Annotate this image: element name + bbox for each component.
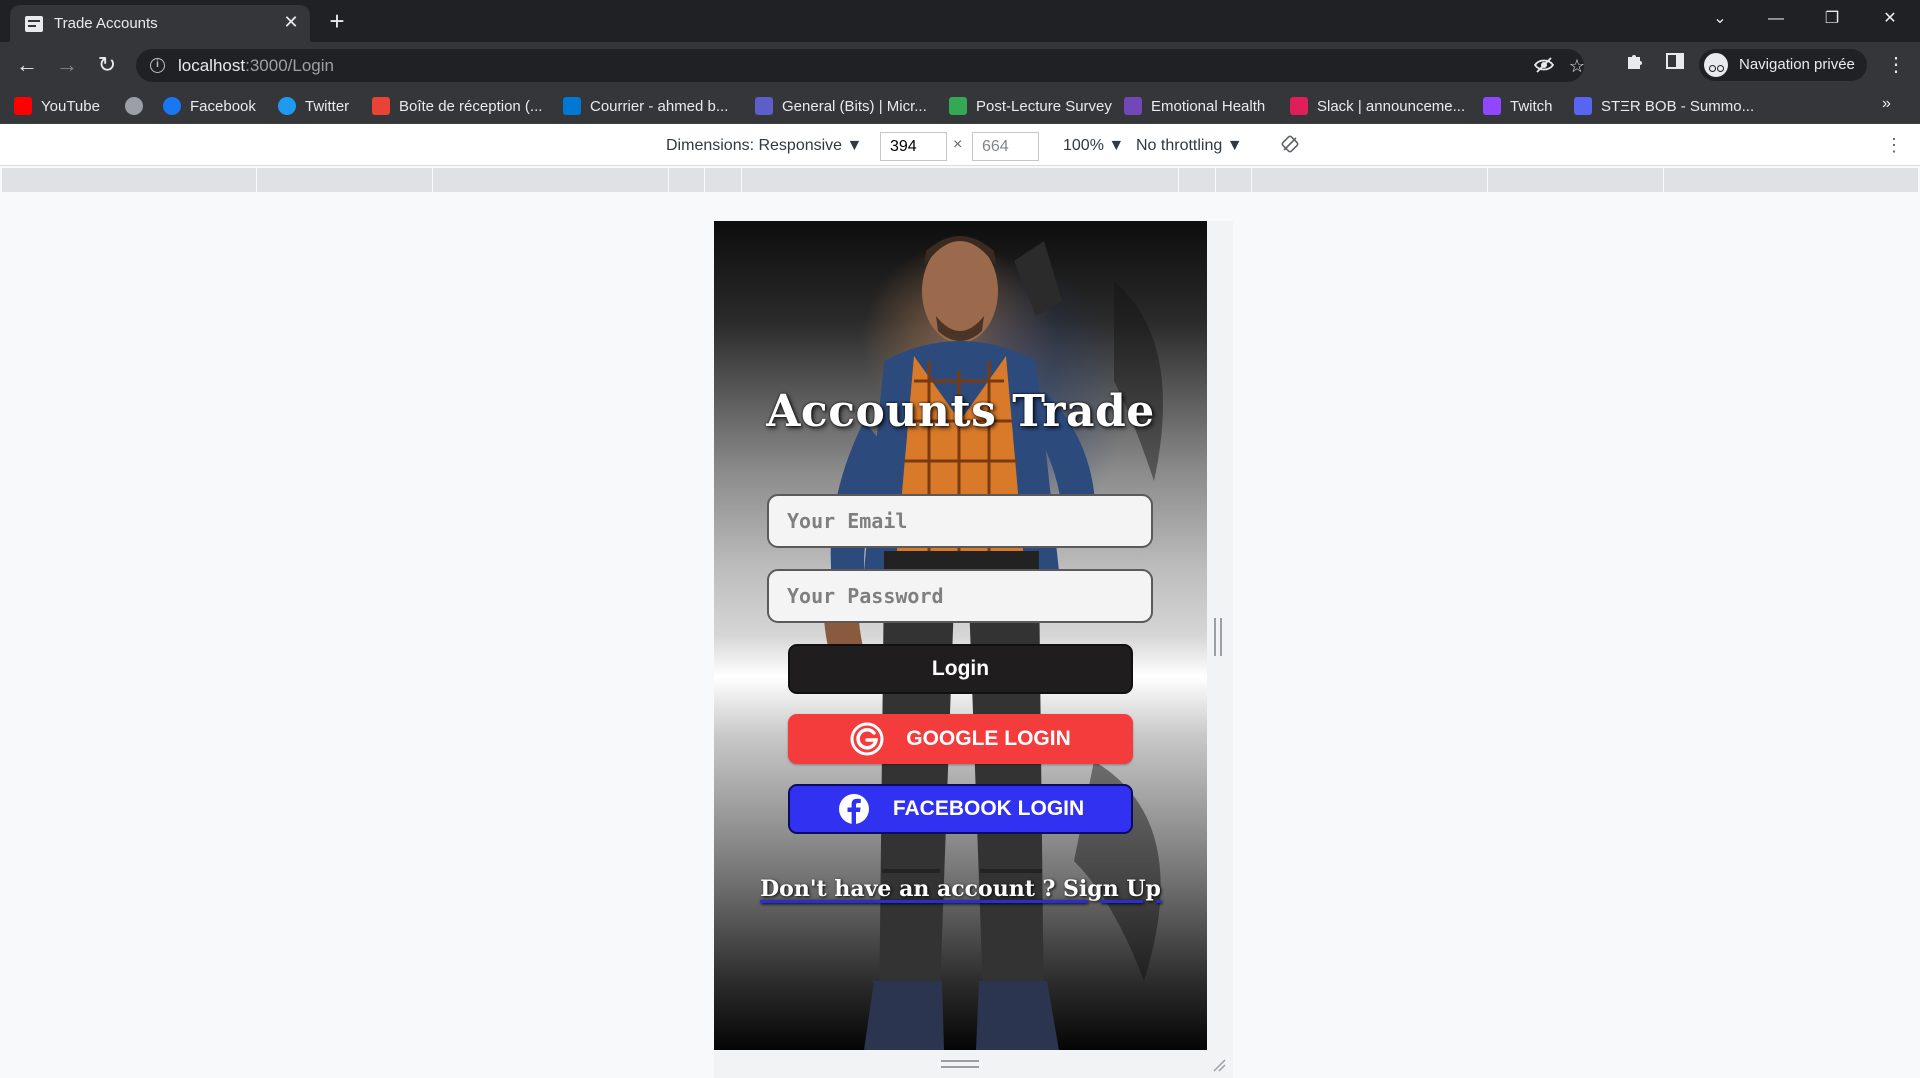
restore-button[interactable]: ❐ <box>1804 0 1860 38</box>
google-drive-icon <box>949 97 967 115</box>
bookmark-label: Boîte de réception (... <box>399 97 543 115</box>
height-input[interactable] <box>972 132 1039 161</box>
login-button-label: Login <box>931 657 990 680</box>
bookmarks-overflow-icon[interactable]: » <box>1882 95 1891 113</box>
close-window-button[interactable]: ✕ <box>1862 0 1918 38</box>
facebook-icon <box>838 794 869 824</box>
width-input[interactable] <box>880 132 947 161</box>
bookmark-label: YouTube <box>41 97 100 115</box>
address-bar[interactable]: i localhost:3000/Login ☆ <box>136 49 1585 82</box>
side-panel-icon[interactable] <box>1661 51 1689 79</box>
media-query-ruler[interactable] <box>2 168 1918 192</box>
url-text[interactable]: localhost:3000/Login <box>178 56 334 76</box>
bookmark-label: Post-Lecture Survey <box>976 97 1112 115</box>
bookmark-label: Slack | announceme... <box>1317 97 1466 115</box>
slack-icon <box>1290 97 1308 115</box>
browser-tab[interactable]: Trade Accounts ✕ <box>10 5 310 42</box>
youtube-icon <box>14 97 32 115</box>
new-tab-button[interactable]: + <box>323 7 351 35</box>
bookmark-star-icon[interactable]: ☆ <box>1565 54 1589 78</box>
incognito-profile-button[interactable]: Navigation privée <box>1699 49 1867 81</box>
forward-button[interactable]: → <box>52 50 82 80</box>
close-tab-icon[interactable]: ✕ <box>280 11 302 33</box>
login-button[interactable]: Login <box>788 644 1133 694</box>
google-login-label: GOOGLE LOGIN <box>906 727 1071 750</box>
dimensions-dropdown[interactable]: Dimensions: Responsive ▼ <box>666 137 862 155</box>
incognito-label: Navigation privée <box>1739 56 1855 73</box>
bookmark-twitch[interactable]: Twitch <box>1483 95 1553 117</box>
bookmark-label: STΞR BOB - Summo... <box>1601 97 1755 115</box>
facebook-icon <box>163 97 181 115</box>
browser-menu-icon[interactable]: ⋮ <box>1882 51 1910 79</box>
device-toolbar-more-icon[interactable]: ⋮ <box>1884 135 1904 157</box>
rotate-icon[interactable] <box>1279 134 1301 156</box>
tab-title: Trade Accounts <box>54 15 158 32</box>
bookmark-slack[interactable]: Slack | announceme... <box>1290 95 1465 117</box>
bookmark-facebook[interactable]: Facebook <box>163 95 256 117</box>
google-icon <box>850 722 884 756</box>
resize-handle-bottom-icon[interactable] <box>941 1060 979 1068</box>
bookmark-emotional[interactable]: Emotional Health <box>1124 95 1265 117</box>
bookmark-label: Twitter <box>305 97 350 115</box>
email-field[interactable] <box>767 494 1153 548</box>
reload-button[interactable]: ↻ <box>92 50 122 80</box>
incognito-icon <box>1704 53 1728 77</box>
bookmark-courrier[interactable]: Courrier - ahmed b... <box>563 95 728 117</box>
bookmark-bote[interactable]: Boîte de réception (... <box>372 95 542 117</box>
bookmark-str[interactable]: STΞR BOB - Summo... <box>1574 95 1754 117</box>
bookmark-globe[interactable] <box>125 95 152 117</box>
facebook-login-label: FACEBOOK LOGIN <box>892 797 1085 820</box>
google-login-button[interactable]: GOOGLE LOGIN <box>788 714 1133 764</box>
page-title: Accounts Trade <box>766 386 1155 437</box>
outlook-icon <box>563 97 581 115</box>
page-favicon-icon <box>25 16 43 32</box>
zoom-dropdown[interactable]: 100% ▼ <box>1063 137 1124 155</box>
login-page: Accounts Trade Login GOOGLE LOGIN FACEBO… <box>714 221 1207 1050</box>
bookmarks-bar: STΞR BOB - Summo... Twitch Slack | announc… <box>0 88 1920 124</box>
bookmark-twitter[interactable]: Twitter <box>278 95 349 117</box>
bookmark-label: General (Bits) | Micr... <box>782 97 927 115</box>
forms-icon <box>1124 97 1142 115</box>
resize-corner-icon[interactable] <box>1210 1056 1228 1074</box>
eye-off-icon[interactable] <box>1532 54 1556 78</box>
resize-handle-right-icon[interactable] <box>1214 618 1222 656</box>
back-button[interactable]: ← <box>12 50 42 80</box>
facebook-login-button[interactable]: FACEBOOK LOGIN <box>788 784 1133 834</box>
bookmark-general[interactable]: General (Bits) | Micr... <box>755 95 927 117</box>
bookmark-label: Twitch <box>1510 97 1553 115</box>
bookmark-postlecture[interactable]: Post-Lecture Survey <box>949 95 1112 117</box>
signup-container: Don't have an account ? Sign Up <box>714 876 1207 902</box>
device-toolbar: Dimensions: Responsive ▼ × 100% ▼ No thr… <box>0 124 1920 166</box>
password-field[interactable] <box>767 569 1153 623</box>
tab-search-icon[interactable]: ⌄ <box>1692 0 1748 38</box>
globe-icon <box>125 97 143 115</box>
bookmark-label: Facebook <box>190 97 256 115</box>
minimize-button[interactable]: — <box>1748 0 1804 38</box>
extensions-puzzle-icon[interactable] <box>1621 51 1649 79</box>
browser-toolbar: ← → ↻ i localhost:3000/Login ☆ Navigatio… <box>0 42 1920 88</box>
throttling-dropdown[interactable]: No throttling ▼ <box>1136 137 1243 155</box>
bookmark-label: Emotional Health <box>1151 97 1266 115</box>
bookmark-youtube[interactable]: YouTube <box>14 95 100 117</box>
signup-link[interactable]: Don't have an account ? Sign Up <box>760 876 1161 902</box>
discord-icon <box>1574 97 1592 115</box>
dimension-separator: × <box>953 136 963 153</box>
teams-icon <box>755 97 773 115</box>
character-background-image <box>823 236 1163 1050</box>
gmail-icon <box>372 97 390 115</box>
bookmark-label: Courrier - ahmed b... <box>590 97 729 115</box>
twitch-icon <box>1483 97 1501 115</box>
twitter-icon <box>278 97 296 115</box>
site-info-icon[interactable]: i <box>150 58 165 73</box>
tab-strip: Trade Accounts ✕ + ⌄ — ❐ ✕ <box>0 0 1920 42</box>
